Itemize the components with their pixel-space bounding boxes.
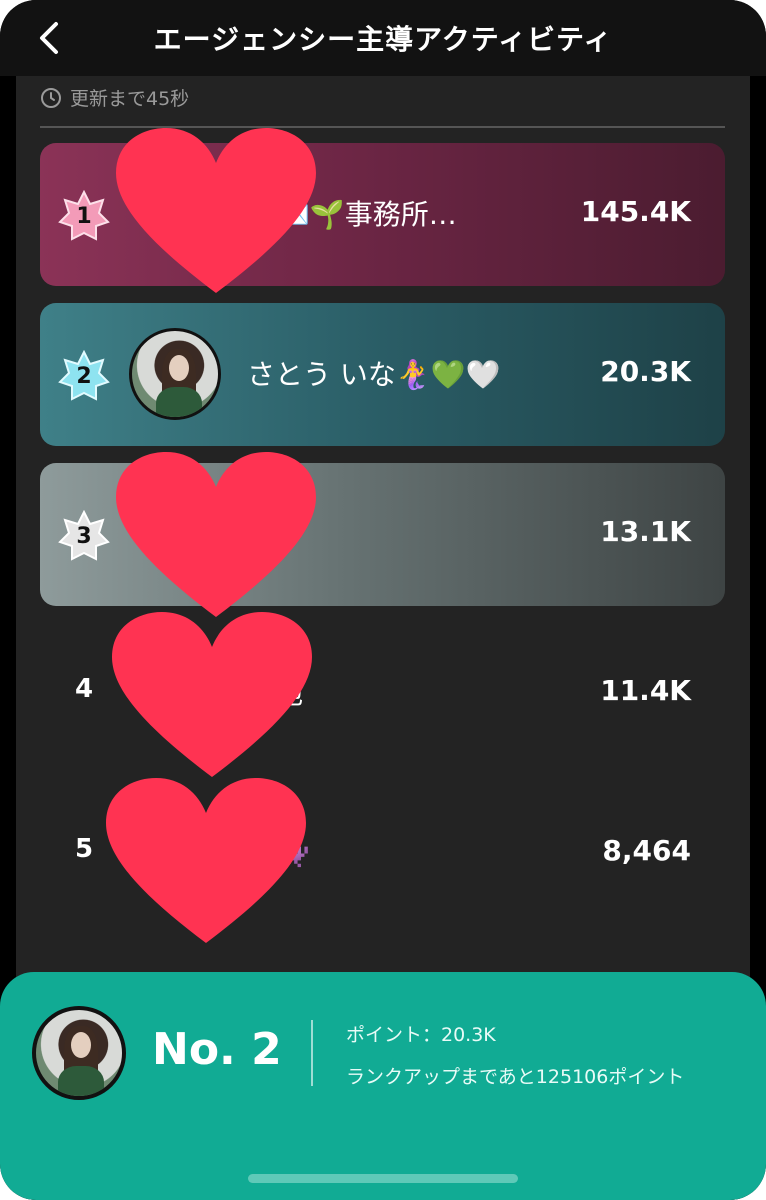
my-rank-bar: No. 2 ポイント：20.3K ランクアップまであと125106ポイント <box>0 972 766 1200</box>
divider <box>311 1020 313 1086</box>
phone-frame: エージェンシー主導アクティビティ 更新まで45秒 1 り💌🌱事務所… 145.4… <box>0 0 766 1200</box>
my-points: ポイント：20.3K <box>346 1024 496 1046</box>
user-score: 8,464 <box>602 834 691 867</box>
home-indicator[interactable] <box>248 1174 518 1183</box>
back-button[interactable] <box>28 18 68 58</box>
heart-sticker-icon <box>116 128 316 293</box>
heart-sticker-icon <box>106 778 306 943</box>
ranking-row-2[interactable]: 2 さとう いな🧜‍♀️💚🤍 20.3K <box>40 303 725 446</box>
user-score: 145.4K <box>580 195 691 228</box>
rank-badge-2: 2 <box>58 349 110 402</box>
user-score: 13.1K <box>600 515 691 548</box>
update-text: 更新まで45秒 <box>70 88 190 110</box>
screen: エージェンシー主導アクティビティ 更新まで45秒 1 り💌🌱事務所… 145.4… <box>0 0 766 1200</box>
heart-sticker-icon <box>116 452 316 617</box>
rank-badge-1: 1 <box>58 189 110 242</box>
page-title: エージェンシー主導アクティビティ <box>153 23 613 56</box>
rank-up-remaining: ランクアップまであと125106ポイント <box>346 1066 685 1088</box>
user-score: 20.3K <box>600 355 691 388</box>
heart-sticker-icon <box>112 612 312 777</box>
rank-number: 4 <box>74 674 94 704</box>
user-name: さとう いな🧜‍♀️💚🤍 <box>247 358 501 391</box>
rank-badge-3: 3 <box>58 509 110 562</box>
user-score: 11.4K <box>600 674 691 707</box>
header: エージェンシー主導アクティビティ <box>0 0 766 76</box>
my-avatar[interactable] <box>32 1006 126 1100</box>
clock-icon <box>41 87 61 108</box>
my-rank: No. 2 <box>152 1024 282 1075</box>
chevron-left-icon <box>40 22 58 54</box>
avatar[interactable] <box>129 328 221 420</box>
update-timer: 更新まで45秒 <box>40 84 189 111</box>
rank-number: 5 <box>74 834 94 864</box>
